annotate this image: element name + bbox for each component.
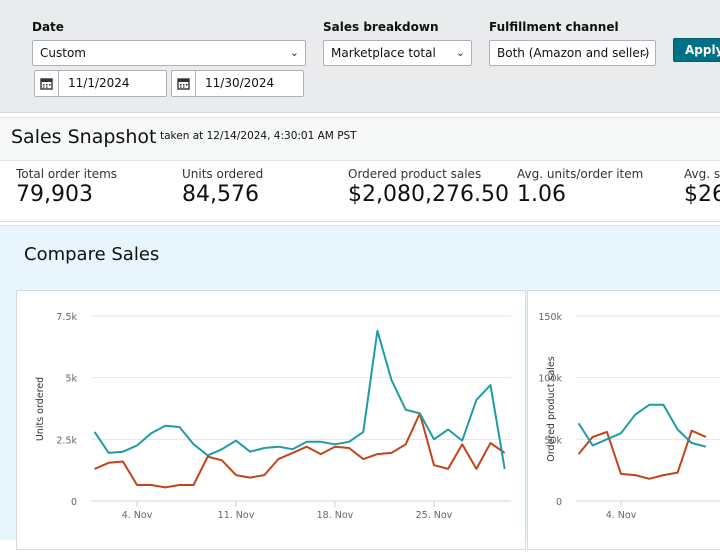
fulfillment-channel-select[interactable]: Both (Amazon and seller) ⌄ <box>489 40 656 66</box>
filters-bar: Date Custom ⌄ 11/1/2024 11/30/2024 Sales… <box>0 0 720 113</box>
chevron-down-icon: ⌄ <box>455 46 465 59</box>
sales-breakdown-label: Sales breakdown <box>323 20 439 34</box>
snapshot-timestamp: taken at 12/14/2024, 4:30:01 AM PST <box>160 130 357 142</box>
metric-avg-sales: Avg. sa $26 <box>684 167 720 207</box>
x-tick-label: 25. Nov <box>416 510 453 521</box>
series-line-current <box>577 403 707 448</box>
metric-avg-units-per-order-item: Avg. units/order item 1.06 <box>517 167 643 207</box>
chevron-down-icon: ⌄ <box>289 46 299 59</box>
metric-value: $26 <box>684 182 720 207</box>
metric-value: 79,903 <box>16 182 93 207</box>
snapshot-metrics: Total order items 79,903 Units ordered 8… <box>0 162 720 222</box>
apply-button[interactable]: Apply <box>673 38 720 62</box>
fulfillment-channel-value: Both (Amazon and seller) <box>497 46 650 60</box>
end-date-field[interactable]: 11/30/2024 <box>171 70 304 97</box>
units-ordered-chart-card: 0 2.5k 5k 7.5k 4. Nov 11. Nov 18. Nov 25. Nov Un… <box>16 290 526 550</box>
date-range-value: Custom <box>40 46 86 60</box>
date-range-select[interactable]: Custom ⌄ <box>32 40 306 66</box>
series-line-compare <box>94 412 506 489</box>
metric-value: 1.06 <box>517 182 566 207</box>
y-tick-label: 7.5k <box>56 312 77 323</box>
x-tick-label: 4. Nov <box>122 510 153 521</box>
metric-ordered-product-sales: Ordered product sales $2,080,276.50 <box>348 167 509 207</box>
y-tick-label: 5k <box>65 374 77 385</box>
compare-sales-section: Compare Sales 0 2.5k 5k 7.5k 4. Nov 11. Nov 18… <box>0 225 720 550</box>
y-tick-label: 2.5k <box>56 435 77 446</box>
metric-units-ordered: Units ordered 84,576 <box>182 167 263 207</box>
chevron-down-icon: ⌄ <box>639 46 649 59</box>
calendar-icon[interactable] <box>172 71 196 96</box>
y-axis-title: Units ordered <box>35 377 46 441</box>
metric-label: Avg. units/order item <box>517 167 644 181</box>
units-ordered-chart: 0 2.5k 5k 7.5k 4. Nov 11. Nov 18. Nov 25. Nov Un… <box>35 312 511 521</box>
metric-label: Ordered product sales <box>348 167 482 181</box>
calendar-icon[interactable] <box>35 71 59 96</box>
fulfillment-channel-label: Fulfillment channel <box>489 20 619 34</box>
snapshot-title: Sales Snapshot <box>11 126 157 148</box>
sales-breakdown-value: Marketplace total <box>331 46 436 60</box>
metric-value: 84,576 <box>182 182 259 207</box>
metric-label: Units ordered <box>182 167 264 181</box>
metric-label: Avg. sa <box>684 167 720 181</box>
series-line-current <box>93 329 506 470</box>
x-tick-label: 4. Nov <box>606 510 637 521</box>
product-sales-chart: 050k100k150k4. NovOrdered product sales <box>538 312 720 521</box>
x-tick-label: 18. Nov <box>317 510 354 521</box>
date-label: Date <box>32 20 64 34</box>
start-date-field[interactable]: 11/1/2024 <box>34 70 167 97</box>
end-date-value: 11/30/2024 <box>205 76 275 90</box>
metric-label: Total order items <box>16 167 118 181</box>
sales-breakdown-select[interactable]: Marketplace total ⌄ <box>323 40 472 66</box>
sales-snapshot-header: Sales Snapshot taken at 12/14/2024, 4:30… <box>0 117 720 161</box>
y-tick-label: 0 <box>556 497 562 508</box>
compare-sales-title: Compare Sales <box>24 244 160 265</box>
x-tick-label: 11. Nov <box>218 510 255 521</box>
product-sales-chart-card: 0 50k 100k 150k 4. Nov Ordered product sales <box>527 290 720 550</box>
y-axis-title: Ordered product sales <box>546 356 557 461</box>
metric-value: $2,080,276.50 <box>348 182 509 207</box>
start-date-value: 11/1/2024 <box>68 76 130 90</box>
metric-total-order-items: Total order items 79,903 <box>16 167 117 207</box>
y-tick-label: 150k <box>538 312 562 323</box>
y-tick-label: 0 <box>71 497 77 508</box>
